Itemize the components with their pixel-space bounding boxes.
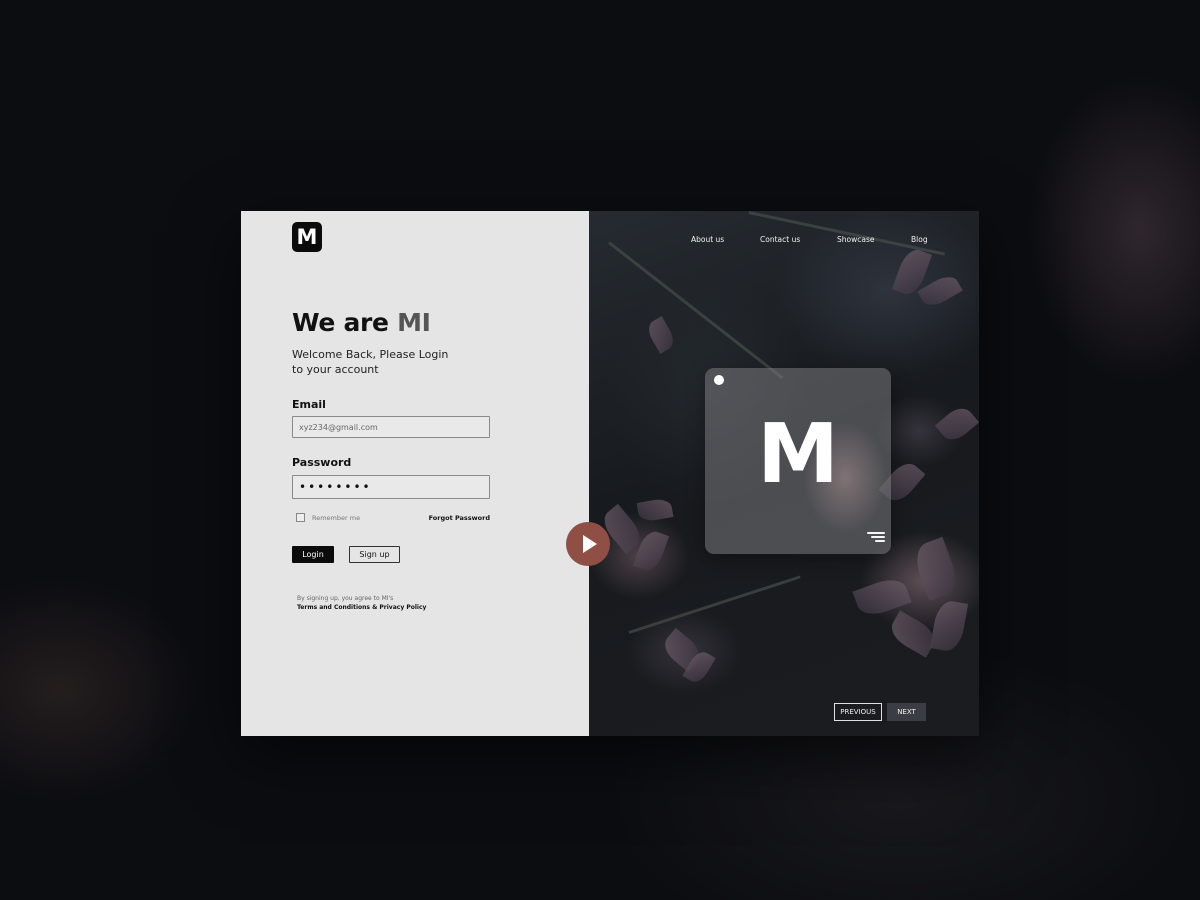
forgot-password-link[interactable]: Forgot Password bbox=[429, 514, 490, 522]
email-field[interactable] bbox=[292, 416, 490, 438]
title-accent: MI bbox=[397, 308, 431, 337]
login-panel: M We are MI Welcome Back, Please Login t… bbox=[241, 211, 589, 736]
signup-button[interactable]: Sign up bbox=[349, 546, 400, 563]
showcase-panel: About us Contact us Showcase Blog M PREV… bbox=[589, 211, 979, 736]
nav-blog[interactable]: Blog bbox=[911, 235, 928, 244]
terms-link[interactable]: Terms and Conditions & Privacy Policy bbox=[297, 603, 426, 612]
showcase-card[interactable]: M bbox=[705, 368, 891, 554]
email-label: Email bbox=[292, 398, 326, 411]
password-label: Password bbox=[292, 456, 352, 469]
remember-me-label: Remember me bbox=[312, 514, 361, 522]
menu-icon[interactable] bbox=[867, 532, 885, 544]
welcome-subtitle: Welcome Back, Please Login to your accou… bbox=[292, 348, 449, 376]
brand-logo[interactable]: M bbox=[292, 222, 322, 252]
decorative-stem bbox=[608, 241, 784, 380]
terms-notice: By signing up, you agree to MI's Terms a… bbox=[297, 594, 426, 612]
page-title: We are MI bbox=[292, 308, 431, 337]
remember-me-checkbox[interactable] bbox=[296, 513, 305, 522]
decorative-stem bbox=[628, 575, 801, 634]
decorative-leaf bbox=[636, 497, 674, 523]
play-icon bbox=[583, 535, 597, 553]
dot-indicator-icon bbox=[714, 375, 724, 385]
decorative-leaf bbox=[910, 536, 962, 602]
nav-showcase[interactable]: Showcase bbox=[837, 235, 874, 244]
decorative-leaf bbox=[917, 271, 963, 311]
title-prefix: We are bbox=[292, 308, 398, 337]
login-button[interactable]: Login bbox=[292, 546, 334, 563]
previous-button[interactable]: PREVIOUS bbox=[834, 703, 882, 721]
decorative-leaf bbox=[644, 316, 678, 354]
decorative-leaf bbox=[934, 402, 979, 446]
decorative-leaf bbox=[886, 610, 940, 658]
next-button[interactable]: NEXT bbox=[887, 703, 926, 721]
play-button[interactable] bbox=[566, 522, 610, 566]
card-logo-letter: M bbox=[757, 407, 839, 502]
terms-text: By signing up, you agree to MI's bbox=[297, 595, 394, 602]
decorative-leaf bbox=[929, 598, 969, 654]
landing-card: M We are MI Welcome Back, Please Login t… bbox=[241, 211, 979, 736]
nav-contact-us[interactable]: Contact us bbox=[760, 235, 800, 244]
password-field[interactable] bbox=[292, 475, 490, 499]
nav-about-us[interactable]: About us bbox=[691, 235, 724, 244]
